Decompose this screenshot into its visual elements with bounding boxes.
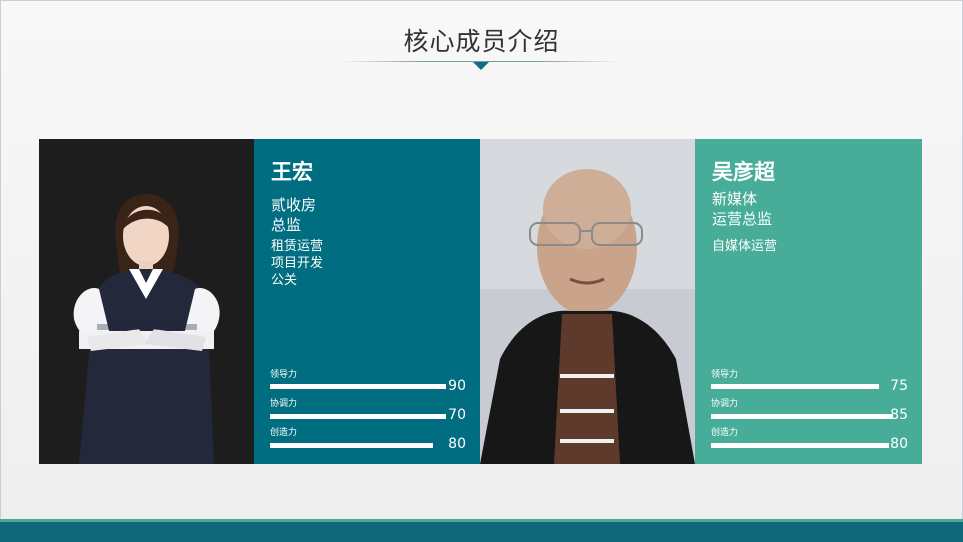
footer-bar (0, 522, 963, 542)
skill-bar-fill (270, 414, 446, 419)
title-area: 核心成员介绍 (0, 22, 963, 58)
skill-label: 创造力 (711, 428, 739, 438)
member-title-line-2: 总监 (271, 216, 302, 234)
member-responsibility: 租赁运营 (271, 239, 324, 254)
woman-portrait-image (39, 139, 254, 464)
skill-label: 创造力 (270, 428, 298, 438)
member-title-line-1: 新媒体 (712, 190, 758, 208)
skill-label: 领导力 (711, 370, 739, 380)
skill-score: 70 (448, 407, 466, 423)
member-name: 王宏 (271, 160, 313, 184)
skill-label: 领导力 (270, 370, 298, 380)
member-photo-1 (39, 139, 254, 464)
page-title: 核心成员介绍 (403, 27, 560, 56)
member-title-line-2: 运营总监 (712, 210, 773, 228)
member-responsibility: 公关 (271, 273, 298, 288)
title-triangle-marker (473, 62, 489, 70)
member-card-2: 吴彦超 新媒体 运营总监 自媒体运营 领导力 75 协调力 85 创造力 80 (480, 139, 922, 464)
member-photo-2 (480, 139, 695, 464)
skill-bar (711, 384, 879, 389)
man-portrait-image (480, 139, 695, 464)
member-title-line-1: 贰收房 (271, 196, 317, 214)
skill-score: 85 (890, 407, 908, 423)
member-responsibility: 项目开发 (271, 256, 324, 271)
skill-bar-fill (711, 414, 893, 419)
member-responsibility: 自媒体运营 (712, 239, 778, 254)
member-card-1: 王宏 贰收房 总监 租赁运营 项目开发 公关 领导力 90 协调力 70 创造力… (39, 139, 480, 464)
member-info-panel-1: 王宏 贰收房 总监 租赁运营 项目开发 公关 领导力 90 协调力 70 创造力… (254, 139, 480, 464)
skill-bar-fill (270, 384, 446, 389)
skill-bar (711, 414, 893, 419)
skill-score: 75 (890, 378, 908, 394)
skill-score: 80 (890, 436, 908, 452)
skill-score: 80 (448, 436, 466, 452)
member-info-panel-2: 吴彦超 新媒体 运营总监 自媒体运营 领导力 75 协调力 85 创造力 80 (695, 139, 922, 464)
skill-bar-fill (270, 443, 433, 448)
skill-bar (270, 384, 446, 389)
skill-bar (270, 414, 446, 419)
skill-label: 协调力 (270, 399, 298, 409)
skill-bar (711, 443, 889, 448)
skill-score: 90 (448, 378, 466, 394)
skill-bar-fill (711, 443, 889, 448)
skill-label: 协调力 (711, 399, 739, 409)
member-name: 吴彦超 (712, 160, 775, 184)
skill-bar (270, 443, 433, 448)
skill-bar-fill (711, 384, 879, 389)
